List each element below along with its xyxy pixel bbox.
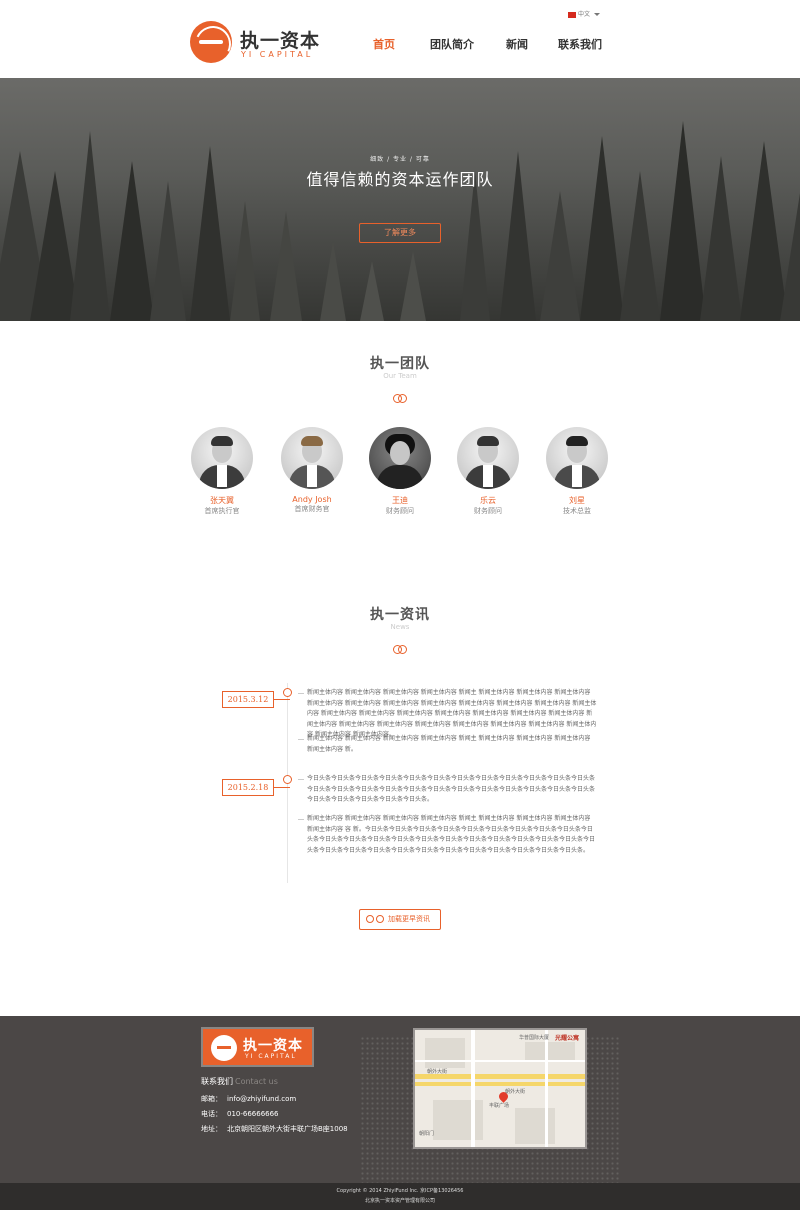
logo-subtext: YI CAPITAL: [241, 50, 314, 59]
logo-text: 执一资本: [240, 30, 321, 52]
team-member[interactable]: Andy Josh 首席财务官: [280, 427, 344, 514]
load-more-label: 加载更早资讯: [388, 915, 430, 923]
logo[interactable]: 执一资本 YI CAPITAL: [190, 21, 330, 63]
tree-shape: [320, 241, 346, 321]
avatar: [369, 427, 431, 489]
china-flag-icon: [568, 11, 576, 18]
footer-logo-text: 执一资本: [243, 1038, 303, 1054]
hero-title: 值得信赖的资本运作团队: [306, 170, 494, 189]
tree-shape: [150, 181, 186, 321]
member-name: 张天翼: [210, 496, 234, 505]
nav-home[interactable]: 首页: [373, 36, 395, 52]
phone-value: 010-66666666: [227, 1110, 279, 1118]
member-name: 乐云: [480, 496, 496, 505]
contact-title: 联系我们 Contact us: [201, 1077, 278, 1086]
map-label: 朝外大街: [505, 1089, 526, 1095]
news-section-title: 执一资讯: [370, 607, 430, 623]
contact-title-en: Contact us: [235, 1077, 278, 1086]
rings-icon: [393, 394, 407, 404]
tree-shape: [270, 211, 302, 321]
address-value: 北京朝阳区朝外大街丰联广场B座1008: [227, 1125, 348, 1133]
member-role: 技术总监: [563, 507, 591, 515]
team-section-title: 执一团队: [370, 356, 430, 372]
news-paragraph[interactable]: 新闻主体内容 新闻主体内容 新闻主体内容 新闻主体内容 新闻主 新闻主体内容 新…: [298, 688, 597, 741]
avatar: [546, 427, 608, 489]
hero-tagline: 细致 / 专业 / 可靠: [370, 156, 430, 163]
email-value[interactable]: info@zhiyifund.com: [227, 1095, 296, 1103]
language-label: 中文: [578, 11, 591, 18]
chevron-down-icon: [594, 13, 601, 16]
member-role: 首席执行官: [204, 507, 240, 515]
map-label: 朝阳门: [419, 1131, 435, 1137]
logo-mark-icon: [211, 1035, 237, 1061]
tree-shape: [620, 171, 660, 321]
glasses-icon: [366, 915, 384, 924]
avatar: [191, 427, 253, 489]
member-name: Andy Josh: [292, 495, 332, 504]
member-role: 首席财务官: [294, 505, 330, 513]
member-name: 王迪: [392, 496, 408, 505]
member-name: 刘星: [569, 496, 585, 505]
footer-logo-subtext: YI CAPITAL: [245, 1053, 297, 1060]
copyright-bar: Copyright © 2014 ZhiyiFund Inc. 京ICP备130…: [0, 1183, 800, 1210]
contact-email: 邮箱： info@zhiyifund.com: [201, 1095, 297, 1103]
news-date: 2015.2.18: [222, 779, 290, 796]
contact-phone: 电话： 010-66666666: [201, 1110, 279, 1118]
tree-shape: [540, 191, 580, 321]
nav-news[interactable]: 新闻: [506, 36, 528, 52]
rings-icon: [393, 645, 407, 655]
member-role: 财务顾问: [474, 507, 502, 515]
member-role: 财务顾问: [386, 507, 414, 515]
language-selector[interactable]: 中文: [568, 9, 601, 18]
map-label: 华普国际大厦: [519, 1035, 550, 1041]
map-label: 朝外大街: [427, 1069, 448, 1075]
map-label: 丰联广场: [489, 1103, 510, 1109]
team-section-subtitle: Our Team: [383, 372, 417, 380]
nav-team[interactable]: 团队简介: [430, 36, 474, 52]
team-member[interactable]: 刘星 技术总监: [545, 427, 609, 516]
news-date: 2015.3.12: [222, 691, 290, 708]
logo-mark-icon: [190, 21, 232, 63]
tree-shape: [400, 251, 426, 321]
site-footer: 执一资本 YI CAPITAL 联系我们 Contact us 邮箱： info@z…: [0, 1016, 800, 1183]
timeline-dot: [283, 688, 292, 697]
team-member[interactable]: 张天翼 首席执行官: [190, 427, 254, 516]
tree-shape: [230, 201, 260, 321]
team-member[interactable]: 王迪 财务顾问: [368, 427, 432, 516]
contact-address: 地址： 北京朝阳区朝外大街丰联广场B座1008: [201, 1125, 348, 1133]
team-member[interactable]: 乐云 财务顾问: [456, 427, 520, 516]
location-map[interactable]: 光耀公寓 华普国际大厦 朝外大街 朝外大街 丰联广场 朝阳门: [413, 1028, 587, 1149]
avatar: [457, 427, 519, 489]
copyright-text: Copyright © 2014 ZhiyiFund Inc. 京ICP备130…: [336, 1188, 464, 1194]
news-paragraph[interactable]: 今日头条今日头条今日头条今日头条今日头条今日头条今日头条今日头条今日头条今日头条…: [298, 774, 597, 806]
footer-logo[interactable]: 执一资本 YI CAPITAL: [201, 1027, 314, 1067]
tree-shape: [580, 136, 624, 321]
nav-contact[interactable]: 联系我们: [558, 36, 602, 52]
avatar: [281, 427, 343, 489]
load-more-news-button[interactable]: 加载更早资讯: [359, 909, 441, 930]
tree-shape: [460, 171, 490, 321]
timeline-dot: [283, 775, 292, 784]
news-section-subtitle: News: [390, 623, 410, 631]
hero-banner: 细致 / 专业 / 可靠 值得信赖的资本运作团队 了解更多: [0, 78, 800, 321]
news-paragraph[interactable]: 新闻主体内容 新闻主体内容 新闻主体内容 新闻主体内容 新闻主 新闻主体内容 新…: [298, 734, 597, 755]
map-label: 光耀公寓: [555, 1035, 580, 1042]
company-name: 北京执一资本资产管理有限公司: [364, 1198, 435, 1204]
site-header: 执一资本 YI CAPITAL 中文 首页 团队简介 新闻 联系我们: [0, 0, 800, 78]
tree-shape: [360, 261, 384, 321]
news-paragraph[interactable]: 新闻主体内容 新闻主体内容 新闻主体内容 新闻主体内容 新闻主 新闻主体内容 新…: [298, 814, 597, 856]
learn-more-button[interactable]: 了解更多: [359, 223, 441, 243]
